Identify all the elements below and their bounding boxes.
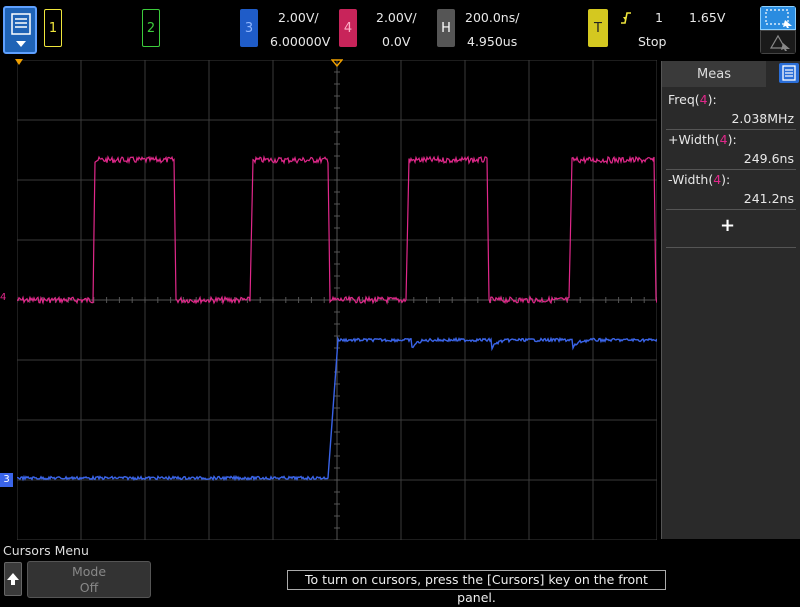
channel-3-marker-label: 3 <box>3 474 10 485</box>
main-menu-button[interactable] <box>3 6 37 54</box>
channel-3-ground-marker[interactable]: 3 <box>0 473 13 487</box>
horizontal-scale: 200.0ns/ <box>465 10 520 25</box>
trigger-label: T <box>594 20 602 36</box>
channel-2-button[interactable]: 2 <box>142 9 160 47</box>
delta-icon <box>760 30 796 54</box>
channel-3-scale: 2.00V/ <box>278 10 319 25</box>
trigger-source: 1 <box>655 10 663 25</box>
meas-settings-icon[interactable] <box>779 63 799 83</box>
left-trigger-marker <box>15 59 23 65</box>
channel-3-label: 3 <box>244 20 254 36</box>
channel-4-marker-label: 4 <box>0 292 7 303</box>
channel-4-offset: 0.0V <box>382 34 411 49</box>
channel-4-button[interactable]: 4 <box>339 9 357 47</box>
help-hint-message: To turn on cursors, press the [Cursors] … <box>287 570 666 605</box>
meas-nwidth-value: 241.2ns <box>743 191 794 206</box>
cursors-menu-title: Cursors Menu <box>3 543 89 558</box>
time-reference-marker[interactable] <box>331 59 343 67</box>
add-measurement-button[interactable]: + <box>720 215 735 236</box>
run-state: Stop <box>638 34 667 49</box>
channel-3-button[interactable]: 3 <box>240 9 258 47</box>
rising-edge-icon <box>621 12 631 24</box>
horizontal-button[interactable]: H <box>437 9 455 47</box>
horizontal-delay: 4.950us <box>467 34 518 49</box>
meas-freq-value: 2.038MHz <box>731 111 794 126</box>
measurements-panel: Meas Freq(4): 2.038MHz +Width(4): 249.6n… <box>661 61 800 539</box>
channel-1-button[interactable]: 1 <box>44 9 62 47</box>
meas-divider <box>666 209 796 210</box>
meas-divider <box>666 169 796 170</box>
meas-divider <box>666 129 796 130</box>
menu-up-button[interactable] <box>4 562 22 596</box>
channel-4-ground-marker[interactable]: 4 <box>0 292 6 303</box>
meas-title: Meas <box>697 66 731 82</box>
channel-3-offset: 6.00000V <box>270 34 331 49</box>
trigger-level: 1.65V <box>689 10 726 25</box>
channel-1-label: 1 <box>48 20 58 36</box>
channel-4-scale: 2.00V/ <box>376 10 417 25</box>
auto-scale-button[interactable] <box>760 6 796 54</box>
mode-label: Mode <box>71 564 107 579</box>
trigger-button[interactable]: T <box>588 9 608 47</box>
waveform-display[interactable] <box>17 60 657 540</box>
meas-pwidth-label: +Width(4): <box>668 132 737 147</box>
meas-pwidth-value: 249.6ns <box>743 151 794 166</box>
up-arrow-icon <box>7 573 19 585</box>
mode-value: Off <box>79 580 99 595</box>
cursor-mode-softkey[interactable]: Mode Off <box>27 561 151 598</box>
top-status-bar: 1 2 3 2.00V/ 6.00000V 4 2.00V/ 0.0V H 20… <box>0 0 800 60</box>
meas-nwidth-label: -Width(4): <box>668 172 731 187</box>
channel-2-label: 2 <box>146 20 156 36</box>
menu-list-icon <box>11 13 31 47</box>
meas-freq-label: Freq(4): <box>668 92 717 107</box>
meas-tab[interactable]: Meas <box>662 61 766 87</box>
meas-divider <box>666 247 796 248</box>
channel-4-label: 4 <box>343 20 353 36</box>
zoom-select-icon <box>760 6 796 30</box>
horizontal-label: H <box>441 20 451 36</box>
